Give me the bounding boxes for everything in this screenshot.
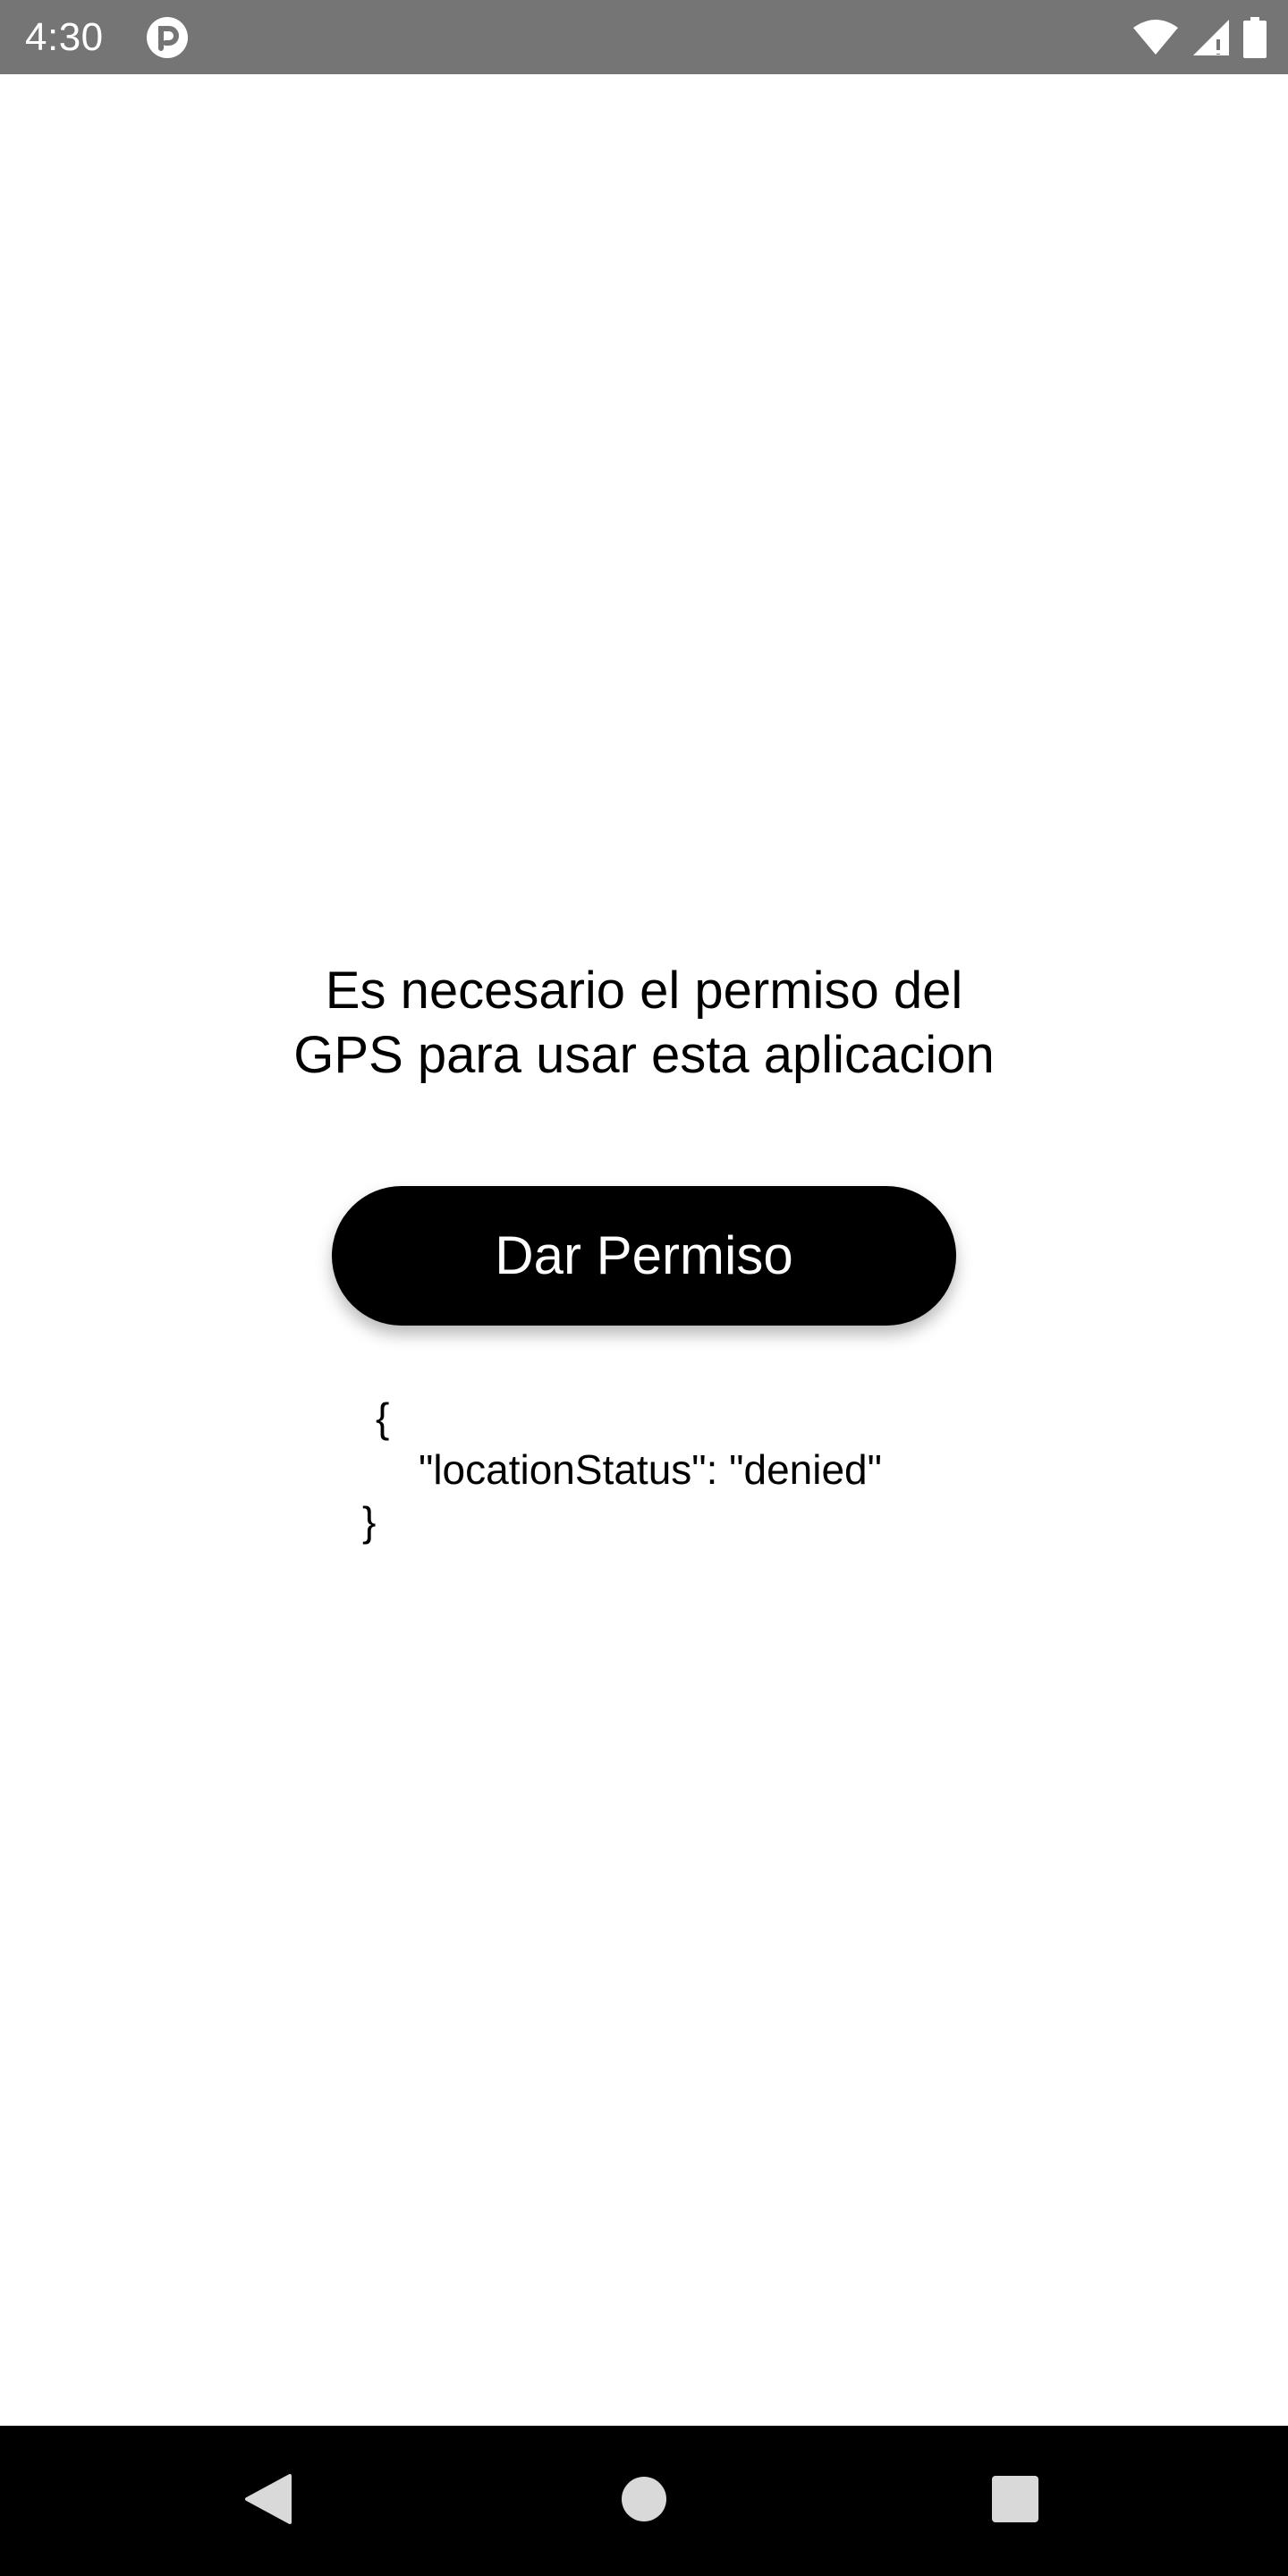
recents-button[interactable] bbox=[944, 2426, 1087, 2576]
recents-icon bbox=[991, 2475, 1039, 2528]
json-open-brace: { bbox=[376, 1394, 390, 1441]
status-time: 4:30 bbox=[25, 15, 104, 59]
home-icon bbox=[621, 2476, 667, 2527]
back-button[interactable] bbox=[197, 2426, 340, 2576]
back-icon bbox=[243, 2472, 293, 2530]
home-button[interactable] bbox=[572, 2426, 716, 2576]
wifi-icon bbox=[1132, 19, 1179, 56]
permission-message-line-1: Es necesario el permiso del bbox=[325, 962, 963, 1020]
permission-message-line-2: GPS para usar esta aplicacion bbox=[293, 1026, 995, 1084]
navigation-bar bbox=[0, 2426, 1288, 2576]
json-close-brace: } bbox=[362, 1498, 377, 1545]
battery-icon bbox=[1243, 17, 1267, 58]
status-icons bbox=[1132, 14, 1267, 61]
json-location-status: "locationStatus": "denied" bbox=[419, 1446, 882, 1493]
grant-permission-button[interactable]: Dar Permiso bbox=[332, 1186, 956, 1326]
app-screen: 4:30 Es necesario el permiso del GPS par… bbox=[0, 0, 1288, 2576]
status-bar: 4:30 bbox=[0, 0, 1288, 74]
permission-message: Es necesario el permiso del GPS para usa… bbox=[0, 959, 1288, 1088]
app-notification-icon bbox=[146, 16, 189, 59]
cellular-signal-icon bbox=[1191, 18, 1231, 57]
